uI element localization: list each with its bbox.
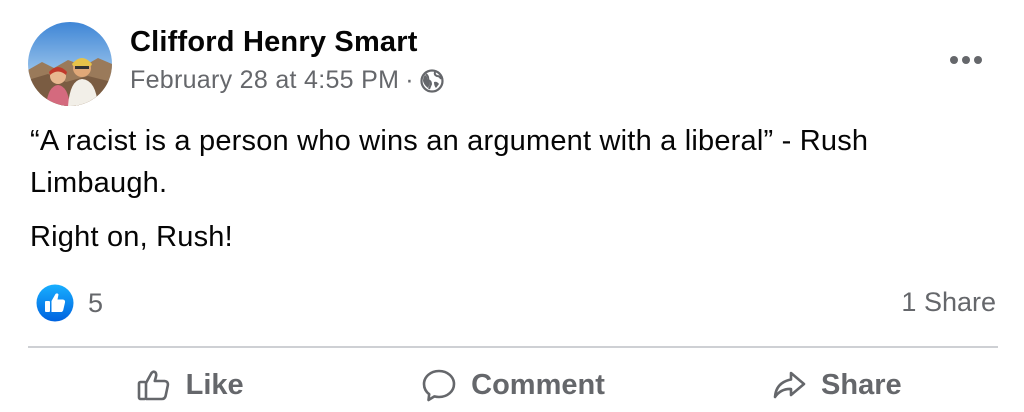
share-button-label: Share [821, 368, 902, 401]
post-card: Clifford Henry Smart February 28 at 4:55… [0, 0, 1024, 412]
action-bar: Like Comment Share [28, 358, 998, 412]
post-meta: February 28 at 4:55 PM · [130, 66, 444, 95]
post-body: “A racist is a person who wins an argume… [30, 120, 1005, 258]
more-options-button[interactable] [946, 48, 986, 72]
thumbs-up-icon [136, 367, 172, 403]
post-timestamp[interactable]: February 28 at 4:55 PM [130, 66, 399, 95]
globe-icon[interactable] [420, 68, 444, 93]
share-arrow-icon [771, 367, 807, 403]
share-count[interactable]: 1 Share [901, 287, 996, 318]
share-button[interactable]: Share [675, 358, 998, 412]
comment-icon [421, 367, 457, 403]
meta-separator: · [405, 66, 414, 94]
like-reaction-icon [36, 284, 74, 322]
reaction-count: 5 [88, 287, 104, 318]
author-name[interactable]: Clifford Henry Smart [130, 26, 418, 59]
post-paragraph: “A racist is a person who wins an argume… [30, 125, 869, 199]
divider [28, 346, 998, 348]
profile-photo [28, 22, 112, 106]
post-paragraph: Right on, Rush! [30, 221, 233, 253]
like-button[interactable]: Like [28, 358, 351, 412]
avatar[interactable] [28, 22, 112, 106]
ellipsis-icon [950, 56, 982, 64]
comment-button-label: Comment [471, 368, 605, 401]
comment-button[interactable]: Comment [351, 358, 674, 412]
like-button-label: Like [185, 368, 244, 401]
reactions-summary[interactable]: 5 [36, 284, 103, 322]
